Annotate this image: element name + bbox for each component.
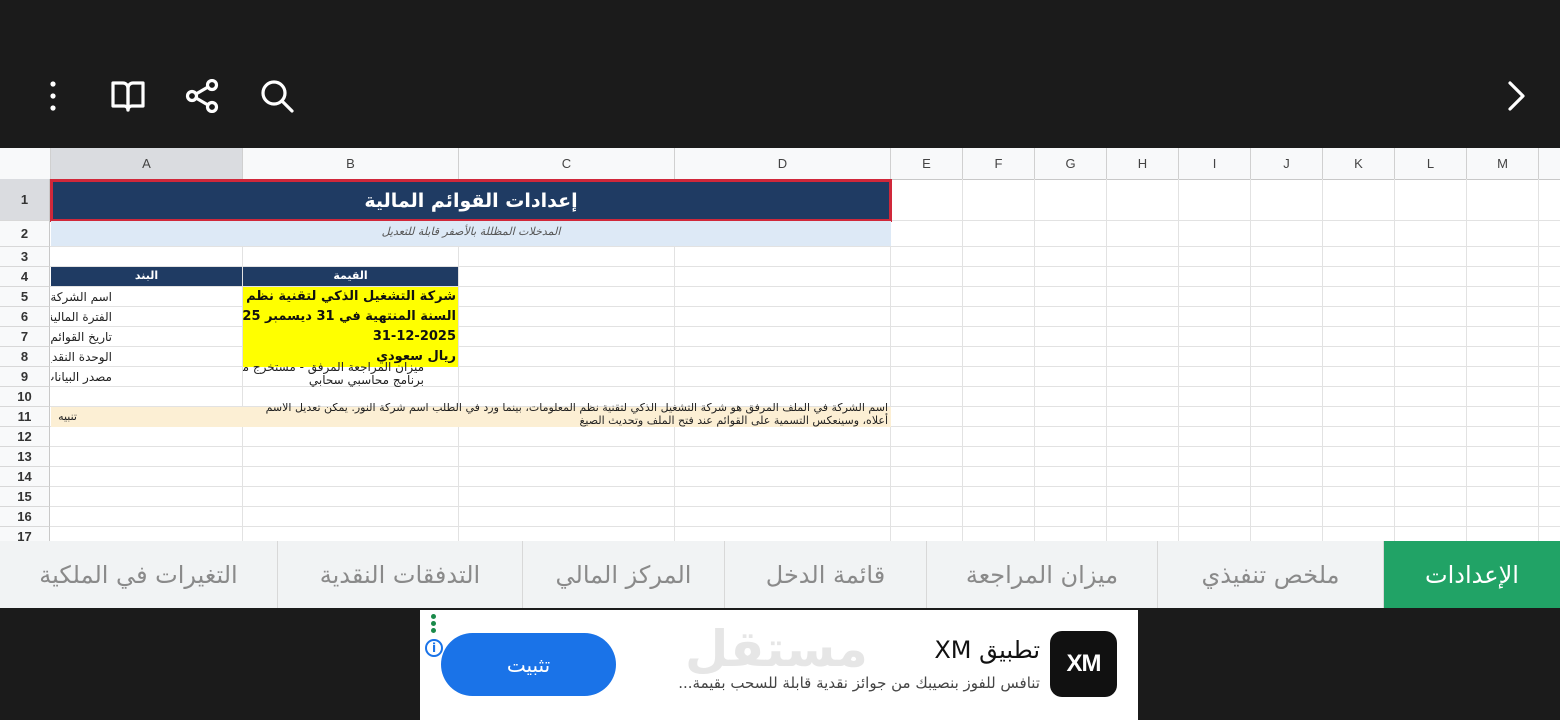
row-header-1[interactable]: 1 — [0, 179, 50, 221]
sheet-title-cell[interactable]: إعدادات القوائم المالية — [50, 179, 892, 222]
more-vert-icon[interactable] — [31, 74, 75, 118]
row-header-10[interactable]: 10 — [0, 387, 50, 407]
tab-trial-balance[interactable]: ميزان المراجعة — [926, 541, 1157, 608]
label-data-source[interactable]: مصدر البيانات — [51, 367, 242, 387]
ad-title: تطبيق XM — [934, 636, 1040, 664]
warning-text[interactable]: اسم الشركة في الملف المرفق هو شركة التشغ… — [243, 403, 890, 427]
grid-line — [50, 466, 1560, 467]
row-header-14[interactable]: 14 — [0, 467, 50, 487]
row-header-2[interactable]: 2 — [0, 221, 50, 247]
data-source-line-2: برنامج محاسبي سحابي — [308, 373, 424, 387]
row-header-9[interactable]: 9 — [0, 367, 50, 387]
row-header-12[interactable]: 12 — [0, 427, 50, 447]
ad-logo-text: XM — [1066, 650, 1102, 677]
select-all-corner[interactable] — [0, 148, 51, 179]
column-header-m[interactable]: M — [1467, 148, 1539, 179]
column-header-h[interactable]: H — [1107, 148, 1179, 179]
grid-line — [50, 246, 1560, 247]
tab-settings[interactable]: الإعدادات — [1383, 541, 1560, 608]
column-header-g[interactable]: G — [1035, 148, 1107, 179]
sheet-title: إعدادات القوائم المالية — [364, 189, 578, 212]
tab-executive-summary[interactable]: ملخص تنفيذي — [1157, 541, 1383, 608]
row-header-13[interactable]: 13 — [0, 447, 50, 467]
grid-line — [50, 506, 1560, 507]
warning-line-2: أعلاه، وسينعكس التسمية على القوائم عند ف… — [579, 414, 888, 427]
column-header-b[interactable]: B — [243, 148, 459, 179]
label-statements-date[interactable]: تاريخ القوائم — [51, 327, 242, 347]
share-icon[interactable] — [180, 74, 224, 118]
top-toolbar — [0, 0, 1560, 148]
tab-financial-position[interactable]: المركز المالي — [522, 541, 724, 608]
row-header-3[interactable]: 3 — [0, 247, 50, 267]
spreadsheet-grid[interactable]: A B C D E F G H I J K L M 1 2 3 4 5 6 7 … — [0, 148, 1560, 541]
row-header-7[interactable]: 7 — [0, 327, 50, 347]
grid-line — [50, 486, 1560, 487]
search-icon[interactable] — [255, 74, 299, 118]
ad-subtitle: تنافس للفوز بنصيبك من جوائز نقدية قابلة … — [678, 674, 1040, 692]
label-financial-period[interactable]: الفترة المالية — [51, 307, 242, 327]
column-header-bar: A B C D E F G H I J K L M — [0, 148, 1560, 180]
book-icon[interactable] — [106, 74, 150, 118]
ad-app-logo[interactable]: XM — [1050, 631, 1117, 697]
row-header-17[interactable]: 17 — [0, 527, 50, 541]
tab-cash-flows[interactable]: التدفقات النقدية — [277, 541, 522, 608]
row-header-5[interactable]: 5 — [0, 287, 50, 307]
row-header-6[interactable]: 6 — [0, 307, 50, 327]
column-header-k[interactable]: K — [1323, 148, 1395, 179]
tab-changes-in-equity[interactable]: التغيرات في الملكية — [0, 541, 277, 608]
data-source-line-1: ميزان المراجعة المرفق - مستخرج من — [243, 362, 424, 374]
column-header-j[interactable]: J — [1251, 148, 1323, 179]
column-header-c[interactable]: C — [459, 148, 675, 179]
row-header-8[interactable]: 8 — [0, 347, 50, 367]
row-header-16[interactable]: 16 — [0, 507, 50, 527]
value-financial-period[interactable]: السنة المنتهية في 31 ديسمبر 2025 — [243, 307, 458, 327]
column-header-a[interactable]: A — [51, 148, 243, 179]
label-company-name[interactable]: اسم الشركة — [51, 287, 242, 307]
column-header-f[interactable]: F — [963, 148, 1035, 179]
row-header-4[interactable]: 4 — [0, 267, 50, 287]
warning-line-1: اسم الشركة في الملف المرفق هو شركة التشغ… — [265, 403, 888, 414]
tab-income-statement[interactable]: قائمة الدخل — [724, 541, 926, 608]
value-data-source[interactable]: ميزان المراجعة المرفق - مستخرج من برنامج… — [243, 362, 458, 388]
header-item-cell[interactable]: البند — [51, 267, 242, 286]
value-statements-date[interactable]: 31-12-2025 — [243, 327, 458, 347]
grid-line — [50, 526, 1560, 527]
column-header-d[interactable]: D — [675, 148, 891, 179]
header-value-cell[interactable]: القيمة — [243, 267, 458, 286]
label-currency[interactable]: الوحدة النقدية — [51, 347, 242, 367]
row-header-11[interactable]: 11 — [0, 407, 50, 427]
ad-options-icon[interactable] — [431, 614, 437, 636]
column-header-i[interactable]: I — [1179, 148, 1251, 179]
chevron-right-icon[interactable] — [1494, 74, 1538, 118]
note-cell[interactable]: المدخلات المظللة بالأصفر قابلة للتعديل — [51, 221, 891, 246]
value-company-name[interactable]: شركة التشغيل الذكي لتقنية نظم المعلومات — [243, 287, 458, 307]
sheet-tab-bar: الإعدادات ملخص تنفيذي ميزان المراجعة قائ… — [0, 541, 1560, 608]
grid-line — [50, 446, 1560, 447]
ad-banner[interactable]: مستقل i تثبيت تطبيق XM تنافس للفوز بنصيب… — [420, 610, 1138, 720]
column-header-e[interactable]: E — [891, 148, 963, 179]
watermark: مستقل — [685, 620, 868, 678]
column-header-l[interactable]: L — [1395, 148, 1467, 179]
ad-info-icon[interactable]: i — [425, 639, 443, 657]
row-header-15[interactable]: 15 — [0, 487, 50, 507]
install-button[interactable]: تثبيت — [441, 633, 616, 696]
warning-label[interactable]: تنبيه — [51, 407, 242, 427]
